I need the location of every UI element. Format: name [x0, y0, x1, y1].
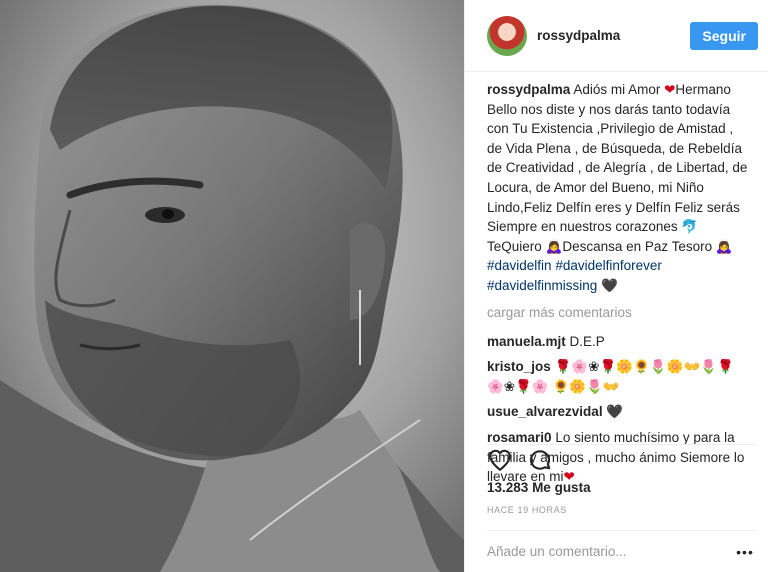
add-comment-input[interactable] — [487, 544, 733, 559]
heart-outline-icon[interactable] — [487, 447, 513, 473]
comment-username[interactable]: kristo_jos — [487, 359, 551, 374]
ellipsis-icon[interactable]: ••• — [733, 540, 757, 564]
likes-number: 13.283 — [487, 480, 529, 495]
caption-username[interactable]: rossydpalma — [487, 82, 570, 97]
avatar[interactable] — [487, 15, 527, 56]
comment-item: manuela.mjt D.E.P — [487, 332, 749, 352]
heart-emoji-icon: ❤ — [664, 82, 676, 97]
header-username[interactable]: rossydpalma — [537, 28, 690, 43]
comment-item: kristo_jos 🌹🌸❀🌹🌼🌻🌷🌼👐🌷🌹🌸❀🌹🌸 🌻🌼🌷👐 — [487, 357, 749, 396]
comment-username[interactable]: manuela.mjt — [487, 334, 566, 349]
post-sidebar: rossydpalma Seguir rossydpalma Adiós mi … — [464, 0, 768, 572]
post-header: rossydpalma Seguir — [465, 0, 768, 72]
black-heart-emoji-icon: 🖤 — [601, 277, 618, 293]
load-more-comments-link[interactable]: cargar más comentarios — [487, 304, 749, 322]
post-photo[interactable] — [0, 0, 464, 572]
comment-username[interactable]: usue_alvarezvidal — [487, 404, 603, 419]
likes-count[interactable]: 13.283 Me gusta — [487, 480, 591, 495]
hashtag-davidelfinforever[interactable]: #davidelfinforever — [555, 258, 662, 273]
hashtag-davidelfinmissing[interactable]: #davidelfinmissing — [487, 278, 597, 293]
post-timestamp[interactable]: Hace 19 horas — [487, 505, 567, 515]
portrait-image — [0, 0, 464, 572]
comment-username[interactable]: rosamari0 — [487, 430, 552, 445]
speech-bubble-icon[interactable] — [527, 447, 553, 473]
caption: rossydpalma Adiós mi Amor ❤Hermano Bello… — [487, 80, 749, 296]
action-bar — [487, 444, 757, 474]
caption-body: Hermano Bello nos diste y nos darás tant… — [487, 82, 748, 254]
caption-text: Adiós mi Amor — [573, 82, 661, 97]
add-comment-bar: ••• — [487, 530, 757, 572]
comment-item: usue_alvarezvidal 🖤 — [487, 402, 749, 422]
comments-section: rossydpalma Adiós mi Amor ❤Hermano Bello… — [465, 72, 768, 493]
comment-text: D.E.P — [569, 333, 605, 349]
follow-button[interactable]: Seguir — [690, 21, 758, 50]
hashtag-davidelfin[interactable]: #davidelfin — [487, 258, 552, 273]
instagram-post: rossydpalma Seguir rossydpalma Adiós mi … — [0, 0, 768, 572]
comment-text: 🖤 — [606, 404, 624, 420]
likes-label: Me gusta — [532, 480, 591, 495]
